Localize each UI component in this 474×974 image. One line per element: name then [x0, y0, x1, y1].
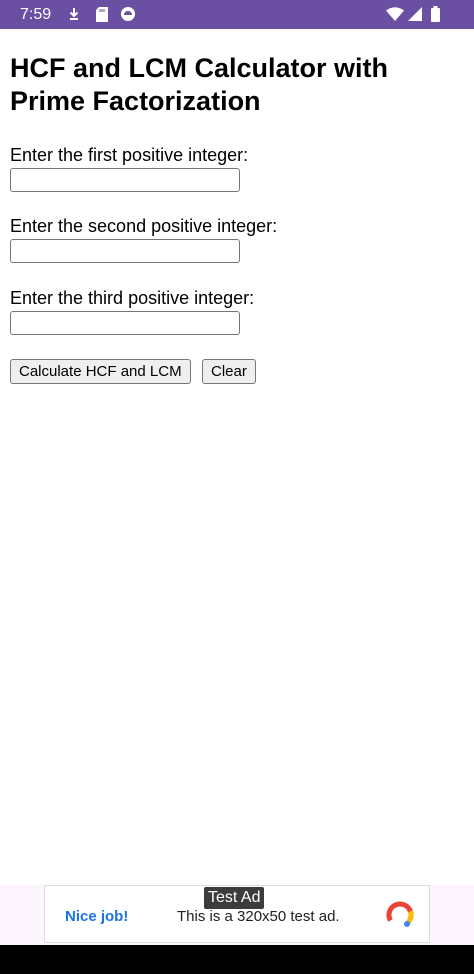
- status-time: 7:59: [20, 6, 52, 23]
- test-ad-badge: Test Ad: [204, 887, 265, 909]
- main-content: HCF and LCM Calculator with Prime Factor…: [10, 52, 460, 118]
- signal-icon: [408, 7, 422, 26]
- ad-headline[interactable]: Nice job!: [65, 908, 128, 925]
- second-integer-label: Enter the second positive integer:: [10, 216, 278, 236]
- third-integer-input[interactable]: [10, 311, 240, 335]
- status-bar: 7:59: [0, 0, 474, 29]
- page-title: HCF and LCM Calculator with Prime Factor…: [10, 53, 388, 116]
- clear-button[interactable]: Clear: [202, 359, 256, 384]
- app-notification-icon: [120, 6, 136, 27]
- first-integer-input[interactable]: [10, 168, 240, 192]
- sd-card-icon: [96, 7, 108, 27]
- third-integer-label: Enter the third positive integer:: [10, 288, 255, 308]
- battery-icon: [431, 6, 440, 27]
- system-navigation-bar: [0, 945, 474, 974]
- first-integer-label: Enter the first positive integer:: [10, 145, 249, 165]
- ad-choices-logo-icon[interactable]: [385, 900, 415, 935]
- second-integer-input[interactable]: [10, 239, 240, 263]
- wifi-icon: [386, 7, 404, 26]
- download-icon: [68, 7, 80, 26]
- calculate-button[interactable]: Calculate HCF and LCM: [10, 359, 191, 384]
- ad-body-text[interactable]: This is a 320x50 test ad.: [177, 908, 340, 925]
